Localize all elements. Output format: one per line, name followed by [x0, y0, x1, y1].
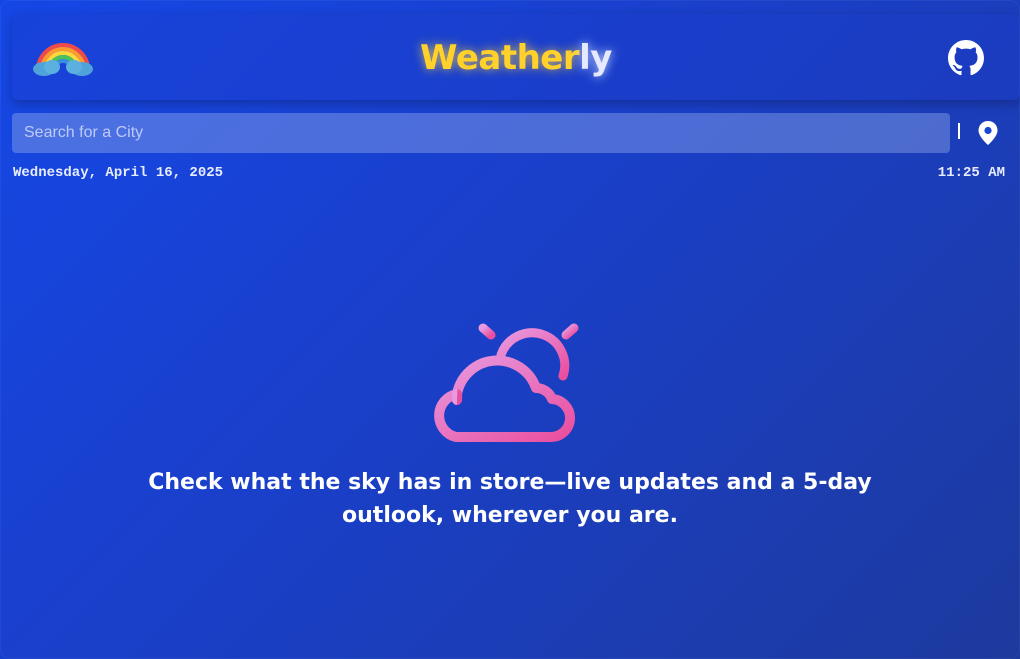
app-title: Weatherly	[12, 38, 1020, 78]
partly-cloudy-icon	[415, 300, 605, 450]
map-pin-icon[interactable]	[977, 120, 999, 146]
current-time: 11:25 AM	[937, 165, 1005, 181]
app-window: Weatherly Wednesday, April 16, 2025 11:2…	[0, 0, 1020, 659]
current-date: Wednesday, April 16, 2025	[13, 165, 224, 181]
header-bar: Weatherly	[12, 14, 1020, 100]
hero-tagline: Check what the sky has in store—live upd…	[148, 470, 872, 528]
app-title-part2: ly	[579, 38, 612, 78]
search-divider	[958, 123, 960, 139]
search-row	[12, 113, 1008, 153]
github-icon[interactable]	[948, 40, 984, 76]
app-title-part1: Weather	[420, 38, 580, 78]
city-search-input[interactable]	[12, 113, 950, 153]
